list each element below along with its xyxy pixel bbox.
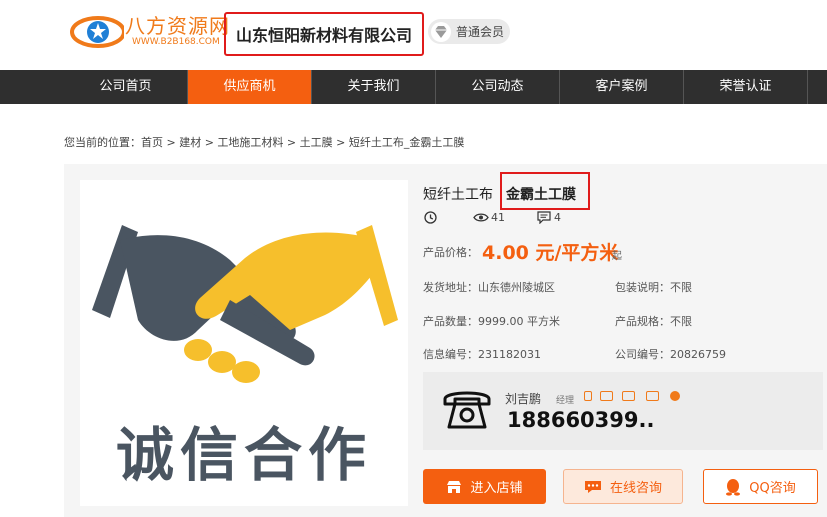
ship-value: 山东德州陵城区: [478, 281, 555, 294]
info-value: 231182031: [478, 348, 541, 361]
logo-url: WWW.B2B168.COM: [132, 37, 220, 47]
main-nav: 公司首页 供应商机 关于我们 公司动态 客户案例 荣誉认证: [0, 70, 827, 104]
eye-icon: [473, 213, 489, 222]
qty-value: 9999.00 平方米: [478, 315, 560, 328]
product-subtitle: 金霸土工膜: [506, 187, 576, 203]
qty-label: 产品数量：: [423, 315, 478, 328]
logo-text: 八方资源网: [125, 14, 230, 38]
pack-label: 包装说明：: [615, 281, 670, 294]
price-label: 产品价格：: [423, 246, 478, 259]
contact-phone: 188660399..: [507, 408, 655, 432]
enter-store-label: 进入店铺: [470, 481, 523, 496]
qq-consult-button[interactable]: QQ咨询: [703, 469, 818, 504]
quantity-field: 产品数量：9999.00 平方米: [423, 313, 560, 329]
spec-field: 产品规格：不限: [615, 313, 692, 329]
member-label: 普通会员: [456, 25, 505, 39]
spec-label: 产品规格：: [615, 315, 670, 328]
packaging-field: 包装说明：不限: [615, 279, 692, 295]
id-card-icon[interactable]: [646, 391, 659, 401]
chat-icon: [584, 480, 601, 493]
breadcrumb[interactable]: 您当前的位置：首页 > 建材 > 工地施工材料 > 土工膜 > 短纤土工布_金霸…: [64, 134, 464, 150]
nav-item-honors[interactable]: 荣誉认证: [684, 70, 808, 104]
nav-item-news[interactable]: 公司动态: [436, 70, 560, 104]
company-name-box: 山东恒阳新材料有限公司: [224, 12, 424, 56]
online-consult-button[interactable]: 在线咨询: [563, 469, 683, 504]
ship-label: 发货地址：: [423, 281, 478, 294]
diamond-icon: [431, 21, 451, 42]
image-caption: 诚信合作: [115, 421, 372, 489]
co-value: 20826759: [670, 348, 726, 361]
qq-icon: [726, 478, 741, 496]
message-icon[interactable]: [670, 391, 680, 401]
company-name: 山东恒阳新材料有限公司: [235, 26, 412, 45]
contact-role: 经理: [556, 396, 575, 406]
mail-icon[interactable]: [600, 391, 613, 401]
spec-value: 不限: [670, 315, 692, 328]
mobile-icon[interactable]: [584, 391, 592, 401]
qq-consult-label: QQ咨询: [749, 481, 796, 496]
nav-item-about[interactable]: 关于我们: [312, 70, 436, 104]
product-image[interactable]: 诚信合作: [80, 180, 408, 506]
enter-store-button[interactable]: 进入店铺: [423, 469, 546, 504]
info-label: 信息编号：: [423, 348, 478, 361]
nav-item-cases[interactable]: 客户案例: [560, 70, 684, 104]
comment-icon: [537, 211, 551, 224]
card-icon[interactable]: [622, 391, 635, 401]
telephone-icon: [443, 391, 491, 429]
member-badge: 普通会员: [428, 19, 510, 44]
nav-item-supply[interactable]: 供应商机: [188, 70, 312, 104]
price-suffix: 起: [612, 251, 622, 262]
view-count: 41: [491, 211, 505, 224]
logo-icon: [70, 16, 126, 48]
price-value: 4.00 元/平方米: [482, 242, 619, 264]
co-label: 公司编号：: [615, 348, 670, 361]
clock-icon: [424, 211, 437, 224]
company-id-field: 公司编号：20826759: [615, 346, 726, 362]
store-icon: [447, 480, 462, 493]
product-title: 短纤土工布: [423, 187, 493, 203]
ship-address-field: 发货地址：山东德州陵城区: [423, 279, 555, 295]
contact-name: 刘吉鹏: [505, 392, 542, 406]
comment-count: 4: [554, 211, 561, 224]
pack-value: 不限: [670, 281, 692, 294]
online-consult-label: 在线咨询: [609, 481, 662, 496]
nav-item-home[interactable]: 公司首页: [64, 70, 188, 104]
info-id-field: 信息编号：231182031: [423, 346, 541, 362]
